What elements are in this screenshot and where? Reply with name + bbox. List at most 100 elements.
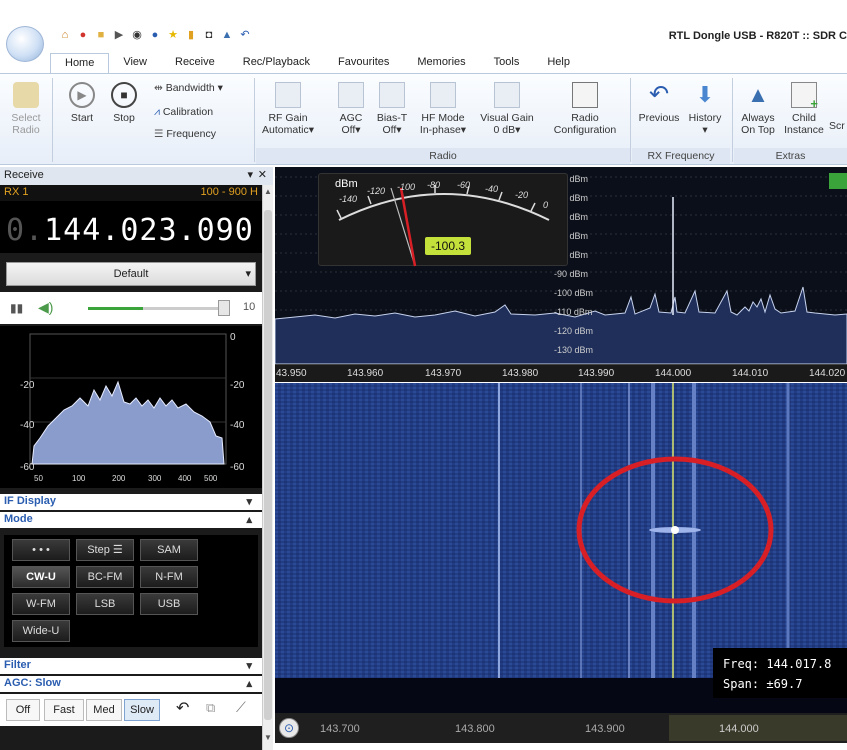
play-icon[interactable]: ▶	[112, 28, 126, 42]
mode-wide-u-button[interactable]: Wide-U	[12, 620, 70, 642]
frequency-button[interactable]: ☰ Frequency	[154, 128, 248, 140]
info-icon[interactable]: ●	[148, 28, 162, 42]
undo-icon[interactable]: ↶	[238, 28, 252, 42]
mode-n-fm-button[interactable]: N-FM	[140, 566, 198, 588]
application-menu-button[interactable]	[6, 26, 44, 62]
bias-t-value: Off▾	[382, 124, 402, 136]
filter-section[interactable]: Filter ▾	[0, 658, 262, 674]
tab-receive[interactable]: Receive	[161, 53, 229, 74]
meter-scale: -20	[515, 190, 529, 200]
if-spectrum[interactable]: -20 -40 -60 0 -20 -40 -60 50 100 200 300…	[0, 326, 262, 488]
tab-help[interactable]: Help	[533, 53, 584, 74]
tab-favourites[interactable]: Favourites	[324, 53, 403, 74]
visual-gain-dropdown[interactable]: Visual Gain 0 dB▾	[476, 82, 538, 136]
scrollbar-thumb[interactable]	[264, 210, 272, 720]
rf-gain-dropdown[interactable]: RF Gain Automatic▾	[262, 82, 314, 136]
tab-home[interactable]: Home	[50, 53, 110, 74]
previous-button[interactable]: ↶ Previous	[636, 82, 682, 125]
speaker-icon[interactable]: ◀)	[38, 299, 53, 316]
mode-grid: • • • Step ☰ SAM CW-U BC-FM N-FM W-FM LS…	[4, 535, 258, 647]
undo-icon[interactable]: ↶	[176, 698, 189, 718]
mode-bc-fm-button[interactable]: BC-FM	[76, 566, 134, 588]
hf-mode-dropdown[interactable]: HF Mode In-phase▾	[416, 82, 470, 136]
if-tick-y: -40	[230, 420, 245, 431]
visual-gain-label: Visual Gain	[480, 112, 534, 124]
bias-t-dropdown[interactable]: Bias-T Off▾	[374, 82, 410, 136]
rf-gain-label: RF Gain	[268, 112, 308, 124]
start-button[interactable]: ▶ Start	[64, 82, 100, 124]
if-display-section[interactable]: IF Display ▾	[0, 494, 262, 510]
calibration-button[interactable]: ⩘ Calibration	[154, 106, 248, 118]
bandwidth-button[interactable]: ⇹ Bandwidth ▾	[154, 82, 248, 94]
rx-range: 100 - 900 H	[200, 186, 258, 198]
screenshot-button[interactable]: Scr	[829, 120, 847, 132]
freq-tick: 143.970	[425, 368, 462, 379]
mode-w-fm-button[interactable]: W-FM	[12, 593, 70, 615]
rf-gain-icon	[275, 82, 301, 108]
record-icon[interactable]: ●	[76, 28, 90, 42]
lock-icon[interactable]: ▮	[184, 28, 198, 42]
chart-icon[interactable]: ⟋	[236, 699, 246, 716]
info-frequency: Freq: 144.017.8	[723, 657, 832, 671]
camera-icon[interactable]: ◘	[202, 28, 216, 42]
waterfall-frequency-axis: ⊙ 143.700 143.800 143.900 144.000	[275, 713, 847, 743]
tab-rec-playback[interactable]: Rec/Playback	[229, 53, 324, 74]
tab-memories[interactable]: Memories	[403, 53, 479, 74]
agc-fast-button[interactable]: Fast	[44, 699, 84, 721]
equalizer-icon[interactable]: ▮▮	[10, 301, 23, 315]
mode-label: Mode	[4, 513, 33, 525]
agc-off-button[interactable]: Off	[6, 699, 40, 721]
child-instance-label-1: Child	[792, 112, 816, 124]
hf-mode-label: HF Mode	[421, 112, 465, 124]
freq-tick: 144.000	[655, 368, 692, 379]
agc-section[interactable]: AGC: Slow ▴	[0, 676, 262, 692]
quick-access-toolbar: ⌂ ● ■ ▶ ◉ ● ★ ▮ ◘ ▲ ↶	[58, 28, 252, 44]
radio-configuration-button[interactable]: Radio Configuration	[545, 82, 625, 136]
scroll-up-icon[interactable]: ▲	[264, 187, 272, 196]
pin-icon[interactable]: ▲	[220, 28, 234, 42]
freq-tick: 144.010	[732, 368, 769, 379]
mode-sam-button[interactable]: SAM	[140, 539, 198, 561]
frequency-display[interactable]: 0.144.023.090	[0, 201, 262, 253]
star-icon[interactable]: ★	[166, 28, 180, 42]
mode-lsb-button[interactable]: LSB	[76, 593, 134, 615]
visual-gain-value: 0 dB▾	[493, 124, 521, 136]
mode-section[interactable]: Mode ▴	[0, 512, 262, 528]
window-title: RTL Dongle USB - R820T :: SDR C	[668, 30, 847, 42]
home-icon[interactable]: ⌂	[58, 28, 72, 42]
folder-icon[interactable]: ■	[94, 28, 108, 42]
select-radio-button[interactable]: Select Radio	[8, 82, 44, 136]
history-dropdown[interactable]: ⬇ History ▾	[684, 82, 726, 136]
chevron-up-icon: ▴	[246, 514, 252, 526]
mode-cw-u-button[interactable]: CW-U	[12, 566, 70, 588]
preset-dropdown[interactable]: Default ▾	[6, 262, 256, 286]
tab-view[interactable]: View	[109, 53, 161, 74]
db-label: -100 dBm	[554, 288, 594, 298]
stop-icon[interactable]: ◉	[130, 28, 144, 42]
scroll-down-icon[interactable]: ▼	[264, 733, 272, 742]
mode-step-button[interactable]: Step ☰	[76, 539, 134, 561]
panel-scrollbar[interactable]: ▲ ▼	[262, 185, 273, 750]
tab-tools[interactable]: Tools	[480, 53, 534, 74]
copy-icon[interactable]: ⧉	[206, 700, 215, 716]
stop-button[interactable]: ■ Stop	[106, 82, 142, 124]
volume-slider-handle[interactable]	[218, 300, 230, 316]
mode-more-button[interactable]: • • •	[12, 539, 70, 561]
mode-usb-button[interactable]: USB	[140, 593, 198, 615]
rx-label: RX 1	[4, 186, 29, 198]
freq-tick: 144.020	[809, 368, 846, 379]
always-on-top-button[interactable]: ▲ Always On Top	[737, 82, 779, 136]
zoom-icon[interactable]: ⊙	[279, 718, 299, 738]
volume-value: 10	[243, 301, 256, 313]
group-label-extras: Extras	[734, 148, 847, 164]
panel-menu-icon[interactable]: ▾	[247, 168, 253, 181]
agc-slow-button[interactable]: Slow	[124, 699, 160, 721]
close-icon[interactable]: ✕	[258, 168, 267, 181]
agc-med-button[interactable]: Med	[86, 699, 122, 721]
hf-mode-icon	[430, 82, 456, 108]
agc-dropdown[interactable]: AGC Off▾	[334, 82, 368, 136]
child-instance-button[interactable]: + Child Instance	[781, 82, 827, 136]
volume-slider-track[interactable]	[88, 307, 228, 310]
if-tick-y: -20	[20, 380, 35, 391]
chevron-down-icon: ▾	[246, 660, 252, 672]
